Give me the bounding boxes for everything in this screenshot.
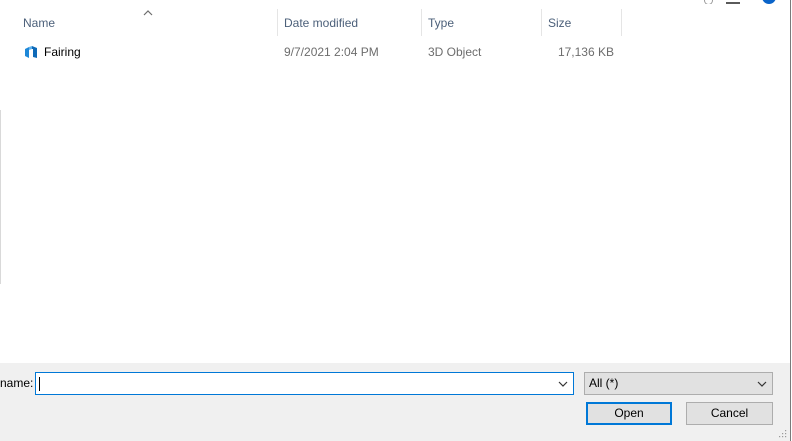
navigation-pane-edge <box>0 110 1 284</box>
text-cursor <box>39 377 40 391</box>
file-name[interactable]: Fairing <box>44 41 81 63</box>
3d-object-file-icon <box>25 46 37 58</box>
window-border <box>790 0 791 441</box>
open-button[interactable]: Open <box>586 402 672 425</box>
file-date-modified: 9/7/2021 2:04 PM <box>284 45 379 59</box>
file-type-filter[interactable]: All (*) <box>584 372 773 395</box>
info-icon[interactable] <box>762 0 776 4</box>
view-options-icon[interactable] <box>726 0 740 4</box>
dialog-footer: name: All (*) Open Cancel <box>0 363 790 441</box>
chevron-down-icon[interactable] <box>558 381 568 387</box>
file-row[interactable]: Fairing 9/7/2021 2:04 PM 3D Object 17,13… <box>0 41 790 63</box>
resize-grip-icon[interactable] <box>778 429 787 438</box>
file-list-header: Name Date modified Type Size <box>0 9 790 36</box>
file-name-combobox[interactable] <box>35 372 574 395</box>
column-header-name[interactable]: Name <box>17 9 277 36</box>
file-type: 3D Object <box>428 45 482 59</box>
file-open-dialog: Name Date modified Type Size Fairing 9/7… <box>0 0 792 441</box>
title-bar-controls <box>700 0 790 4</box>
cancel-button[interactable]: Cancel <box>686 402 773 425</box>
file-name-label: name: <box>0 376 34 390</box>
column-divider[interactable] <box>621 9 622 36</box>
help-icon[interactable] <box>704 0 713 4</box>
file-type-filter-value: All (*) <box>589 376 619 390</box>
column-header-size[interactable]: Size <box>542 9 621 36</box>
chevron-down-icon <box>757 381 767 387</box>
column-header-date-modified[interactable]: Date modified <box>278 9 421 36</box>
column-header-type[interactable]: Type <box>422 9 541 36</box>
file-size: 17,136 KB <box>557 45 614 59</box>
